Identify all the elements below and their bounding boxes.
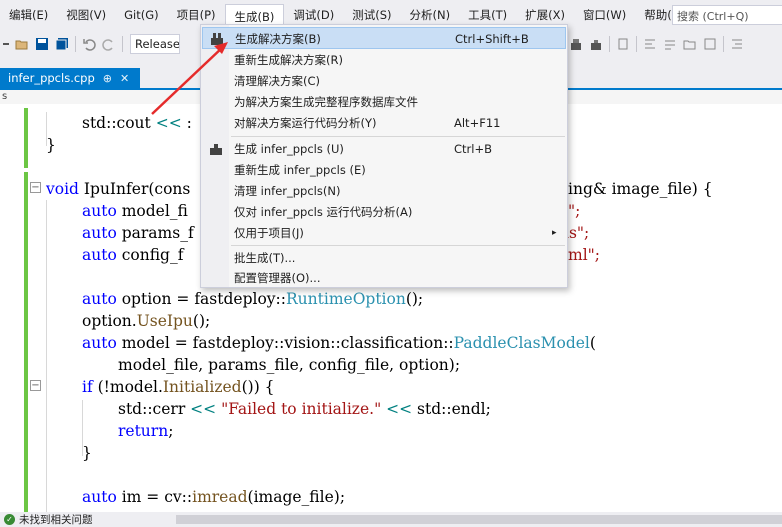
pin-icon[interactable]: ⊕ [103,72,112,85]
change-marker [24,108,28,168]
code-line: auto option = fastdeploy::RuntimeOption(… [82,290,424,308]
menu-item-project-only[interactable]: 仅用于项目(J) ▸ [202,222,566,244]
menu-separator [231,136,565,137]
menu-item-run-code-analysis-project[interactable]: 仅对 infer_ppcls 运行代码分析(A) [202,201,566,223]
check-icon: ✓ [4,514,15,525]
toolbar-right-group [566,36,747,52]
close-icon[interactable]: ✕ [120,72,129,85]
status-bar: ✓ 未找到相关问题 [0,512,782,527]
build-solution-icon [211,33,223,45]
menu-extensions[interactable]: 扩展(X) [516,4,574,26]
code-line: } [46,136,56,154]
menu-item-clean-solution[interactable]: 清理解决方案(C) [202,70,566,92]
build-project-icon [210,144,222,155]
search-box[interactable]: 搜索 (Ctrl+Q) [672,5,782,25]
tab-filename: infer_ppcls.cpp [8,71,95,85]
menu-item-configuration-manager[interactable]: 配置管理器(O)... [202,267,566,289]
horizontal-scrollbar[interactable] [176,515,782,524]
menu-git[interactable]: Git(G) [115,4,168,26]
code-line: auto model_fi [82,202,188,220]
code-line: void IpuInfer(cons [46,180,191,198]
code-line: return; [118,422,174,440]
toolbar-divider [75,36,76,52]
undo-icon[interactable] [82,37,96,51]
code-line: std::cerr << "Failed to initialize." << … [118,400,491,418]
comment-icon[interactable] [663,37,677,51]
redo-icon[interactable] [102,37,116,51]
menu-test[interactable]: 测试(S) [343,4,400,26]
menu-project[interactable]: 项目(P) [168,4,225,26]
menu-item-run-code-analysis-solution[interactable]: 对解决方案运行代码分析(Y) Alt+F11 [202,112,566,134]
code-line: ing& image_file) { [568,180,713,198]
menu-item-build-project[interactable]: 生成 infer_ppcls (U) Ctrl+B [202,138,566,160]
menu-separator [231,245,565,246]
code-line: std::cout << : [82,114,192,132]
build-icon[interactable] [569,37,583,51]
folder-icon[interactable] [683,37,697,51]
submenu-arrow-icon: ▸ [552,228,557,238]
code-line: auto params_f [82,224,194,242]
code-line: model_file, params_file, config_file, op… [118,356,461,374]
build-menu-dropdown: 生成解决方案(B) Ctrl+Shift+B 重新生成解决方案(R) 清理解决方案… [200,24,568,288]
fold-toggle[interactable]: − [30,380,41,391]
toolbar-divider [609,36,610,52]
code-line: auto model = fastdeploy::vision::classif… [82,334,596,352]
menu-item-batch-build[interactable]: 批生成(T)... [202,247,566,269]
menu-item-build-solution[interactable]: 生成解决方案(B) Ctrl+Shift+B [202,27,566,49]
menu-item-generate-pdb[interactable]: 为解决方案生成完整程序数据库文件 [202,91,566,113]
solution-configuration-select[interactable]: Release [130,34,180,54]
menu-debug[interactable]: 调试(D) [284,4,343,26]
change-marker [24,172,28,512]
menu-tools[interactable]: 工具(T) [459,4,516,26]
code-line: option.UseIpu(); [82,312,211,330]
menu-edit[interactable]: 编辑(E) [0,4,57,26]
code-line: auto config_f [82,246,184,264]
window-icon[interactable] [703,37,717,51]
arrow-icon[interactable] [3,43,9,45]
menu-view[interactable]: 视图(V) [57,4,115,26]
menu-item-rebuild-solution[interactable]: 重新生成解决方案(R) [202,49,566,71]
toolbar-divider [723,36,724,52]
code-line: ml"; [568,246,601,264]
indent-guide [46,200,47,512]
code-line: "; [568,202,581,220]
toolbar-divider [122,36,123,52]
open-folder-icon[interactable] [15,37,29,51]
code-line: } [82,444,92,462]
format-icon[interactable] [643,37,657,51]
tab-infer-ppcls[interactable]: infer_ppcls.cpp ⊕ ✕ [0,68,140,88]
save-all-icon[interactable] [55,37,69,51]
code-line: if (!model.Initialized()) { [82,378,275,396]
menu-window[interactable]: 窗口(W) [574,4,635,26]
build-project-icon[interactable] [589,37,603,51]
bookmark-icon[interactable] [616,37,630,51]
indent-icon[interactable] [730,37,744,51]
save-icon[interactable] [35,37,49,51]
menu-item-clean-project[interactable]: 清理 infer_ppcls(N) [202,180,566,202]
toolbar-divider [636,36,637,52]
code-line: auto im = cv::imread(image_file); [82,488,346,506]
menu-analyze[interactable]: 分析(N) [401,4,460,26]
fold-toggle[interactable]: − [30,182,41,193]
menu-item-rebuild-project[interactable]: 重新生成 infer_ppcls (E) [202,159,566,181]
issues-status[interactable]: 未找到相关问题 [19,512,93,527]
